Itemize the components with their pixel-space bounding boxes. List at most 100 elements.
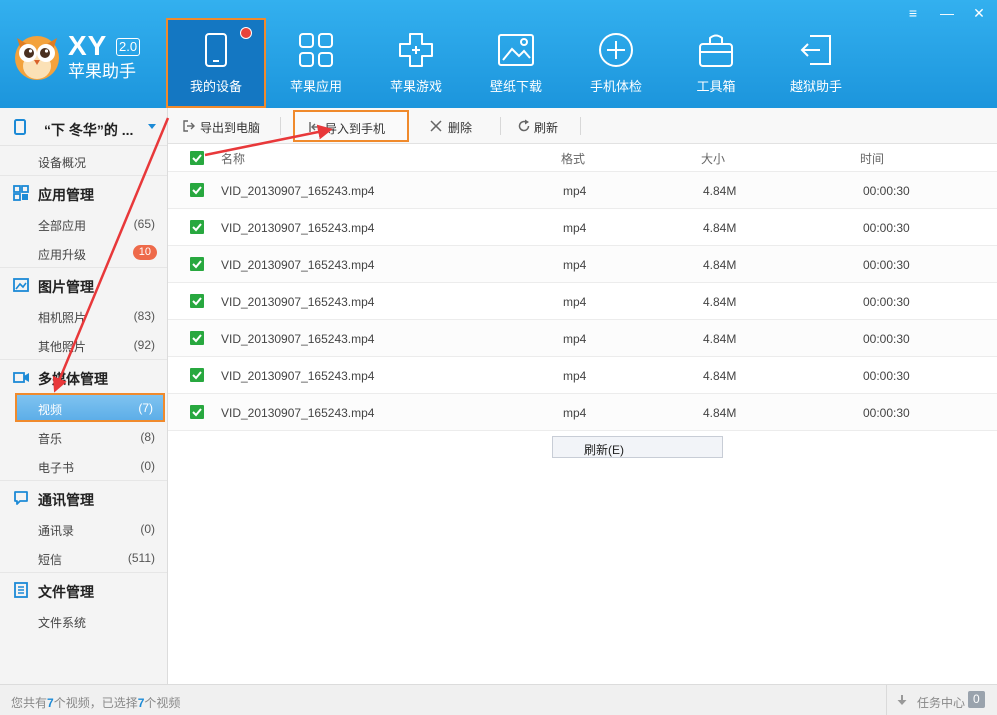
task-center-button[interactable]: 任务中心 0 <box>886 685 997 715</box>
toolbar-label: 导入到手机 <box>325 122 386 136</box>
file-name: VID_20130907_165243.mp4 <box>221 332 375 346</box>
nav-wallpaper[interactable]: 壁纸下载 <box>466 18 566 108</box>
item-count: (8) <box>140 430 155 444</box>
sidebar-item-other-photos[interactable]: 其他照片 (92) <box>0 330 167 359</box>
jailbreak-icon <box>800 35 831 65</box>
item-count: (0) <box>140 459 155 473</box>
table-row[interactable]: VID_20130907_165243.mp4 mp4 4.84M 00:00:… <box>168 394 997 431</box>
file-name: VID_20130907_165243.mp4 <box>221 221 375 235</box>
row-checkbox[interactable] <box>190 331 204 345</box>
file-size: 4.84M <box>703 332 737 346</box>
context-menu-label: 刷新(E) <box>584 443 624 457</box>
device-name: “下 冬华”的 ... <box>44 122 134 138</box>
row-checkbox[interactable] <box>190 405 204 419</box>
file-duration: 00:00:30 <box>863 184 910 198</box>
item-count: (65) <box>133 217 155 231</box>
phone-icon <box>205 33 227 67</box>
nav-my-device[interactable]: 我的设备 <box>166 18 266 108</box>
document-icon <box>14 582 28 598</box>
upgrade-badge: 10 <box>132 245 157 260</box>
status-text-part: 个视频，已选择 <box>53 696 138 710</box>
table-row[interactable]: VID_20130907_165243.mp4 mp4 4.84M 00:00:… <box>168 283 997 320</box>
file-duration: 00:00:30 <box>863 258 910 272</box>
logo-text: XY <box>68 30 108 61</box>
file-name: VID_20130907_165243.mp4 <box>221 295 375 309</box>
top-header: XY 2.0 苹果助手 我的设备 苹果应用 苹果游戏 壁纸下载 手机体检 工具箱… <box>0 0 997 108</box>
sidebar-item-file-system[interactable]: 文件系统 <box>0 606 167 635</box>
notification-dot <box>240 27 252 39</box>
app-logo: XY 2.0 苹果助手 <box>12 28 144 88</box>
row-checkbox[interactable] <box>190 220 204 234</box>
task-center-label: 任务中心 <box>917 696 966 710</box>
row-checkbox[interactable] <box>190 294 204 308</box>
nav-apple-apps[interactable]: 苹果应用 <box>266 18 366 108</box>
nav-jailbreak[interactable]: 越狱助手 <box>766 18 866 108</box>
owl-logo-icon <box>15 36 59 80</box>
file-format: mp4 <box>563 295 587 309</box>
window-close-button[interactable]: ✕ <box>965 0 993 26</box>
window-minimize-button[interactable]: — <box>933 0 961 26</box>
item-count: (511) <box>127 551 155 565</box>
section-title: 通讯管理 <box>38 492 94 508</box>
file-format: mp4 <box>563 184 587 198</box>
sidebar-item-label: 设备概况 <box>38 156 87 170</box>
column-header-format[interactable]: 格式 <box>561 150 585 167</box>
chevron-down-icon[interactable] <box>148 124 156 129</box>
file-format: mp4 <box>563 406 587 420</box>
file-duration: 00:00:30 <box>863 406 910 420</box>
toolbar-divider <box>280 117 281 135</box>
sidebar-item-camera-photos[interactable]: 相机照片 (83) <box>0 301 167 330</box>
file-size: 4.84M <box>703 184 737 198</box>
task-count-badge: 0 <box>968 691 985 708</box>
table-row[interactable]: VID_20130907_165243.mp4 mp4 4.84M 00:00:… <box>168 209 997 246</box>
sidebar-item-video[interactable]: 视频 (7) <box>15 393 165 422</box>
import-to-phone-button[interactable]: 导入到手机 <box>293 110 409 142</box>
video-list: VID_20130907_165243.mp4 mp4 4.84M 00:00:… <box>168 172 997 431</box>
row-checkbox[interactable] <box>190 368 204 382</box>
row-checkbox[interactable] <box>190 257 204 271</box>
sidebar-item-contacts[interactable]: 通讯录 (0) <box>0 514 167 543</box>
table-row[interactable]: VID_20130907_165243.mp4 mp4 4.84M 00:00:… <box>168 357 997 394</box>
sidebar-item-device-overview[interactable]: 设备概况 <box>0 146 167 175</box>
file-size: 4.84M <box>703 295 737 309</box>
export-icon <box>183 120 195 132</box>
sidebar-item-label: 其他照片 <box>38 340 87 354</box>
sidebar-item-sms[interactable]: 短信 (511) <box>0 543 167 572</box>
file-name: VID_20130907_165243.mp4 <box>221 258 375 272</box>
sidebar-item-app-upgrade[interactable]: 应用升级 10 <box>0 238 167 267</box>
section-photo-management: 图片管理 <box>0 267 167 301</box>
context-menu-refresh[interactable]: 刷新(E) <box>552 436 723 458</box>
checkmark-icon <box>192 154 202 163</box>
column-header-name[interactable]: 名称 <box>221 150 245 167</box>
refresh-icon <box>518 119 530 132</box>
nav-apple-games[interactable]: 苹果游戏 <box>366 18 466 108</box>
select-all-checkbox[interactable] <box>190 151 204 165</box>
toolbar-divider <box>500 117 501 135</box>
checkmark-icon <box>192 260 202 269</box>
window-menu-button[interactable]: ≡ <box>899 0 927 26</box>
device-selector[interactable]: “下 冬华”的 ... <box>0 108 167 146</box>
sidebar-item-all-apps[interactable]: 全部应用 (65) <box>0 209 167 238</box>
file-size: 4.84M <box>703 258 737 272</box>
section-app-management: 应用管理 <box>0 175 167 209</box>
import-icon <box>309 122 320 132</box>
table-row[interactable]: VID_20130907_165243.mp4 mp4 4.84M 00:00:… <box>168 172 997 209</box>
table-row[interactable]: VID_20130907_165243.mp4 mp4 4.84M 00:00:… <box>168 320 997 357</box>
delete-button[interactable]: 删除 <box>426 111 486 141</box>
nav-label: 手机体检 <box>589 79 642 94</box>
refresh-button[interactable]: 刷新 <box>514 111 574 141</box>
nav-checkup[interactable]: 手机体检 <box>566 18 666 108</box>
sidebar-item-ebook[interactable]: 电子书 (0) <box>0 451 167 480</box>
row-checkbox[interactable] <box>190 183 204 197</box>
export-to-pc-button[interactable]: 导出到电脑 <box>178 111 278 141</box>
column-header-time[interactable]: 时间 <box>860 150 884 167</box>
table-row[interactable]: VID_20130907_165243.mp4 mp4 4.84M 00:00:… <box>168 246 997 283</box>
status-text: 您共有7个视频，已选择7个视频 <box>11 694 180 711</box>
sidebar-item-label: 文件系统 <box>38 616 87 630</box>
download-arrow-icon <box>897 695 907 705</box>
nav-toolbox[interactable]: 工具箱 <box>666 18 766 108</box>
sidebar-item-music[interactable]: 音乐 (8) <box>0 422 167 451</box>
section-title: 应用管理 <box>38 187 94 203</box>
column-header-size[interactable]: 大小 <box>701 150 725 167</box>
checkmark-icon <box>192 186 202 195</box>
